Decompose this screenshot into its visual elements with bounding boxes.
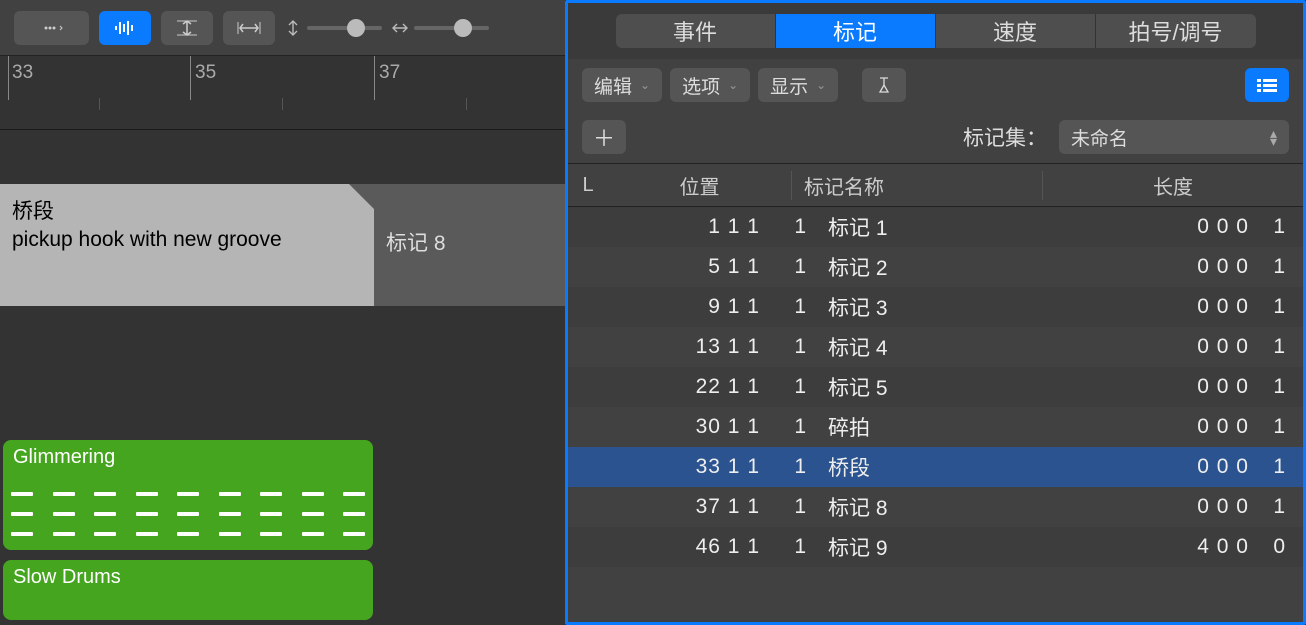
marker-region-bridge[interactable]: 桥段 pickup hook with new groove <box>0 184 374 306</box>
row-position-sub[interactable]: 1 <box>768 495 816 519</box>
marker-row[interactable]: 22 1 11标记 50 0 01 <box>568 367 1303 407</box>
display-menu[interactable]: 显示⌄ <box>758 68 838 102</box>
marker-row[interactable]: 33 1 11桥段0 0 01 <box>568 447 1303 487</box>
row-name[interactable]: 标记 9 <box>816 532 1043 562</box>
marker-list[interactable]: 1 1 11标记 10 0 015 1 11标记 20 0 019 1 11标记… <box>568 207 1303 622</box>
header-position[interactable]: 位置 <box>608 171 792 200</box>
row-name[interactable]: 桥段 <box>816 452 1043 482</box>
row-length[interactable]: 0 0 0 <box>1043 455 1259 479</box>
view-menu-button[interactable] <box>14 11 89 45</box>
list-view-button[interactable] <box>1245 68 1289 102</box>
row-position-sub[interactable]: 1 <box>768 255 816 279</box>
marker-set-dropdown[interactable]: 未命名 ▴▾ <box>1059 120 1289 154</box>
row-position[interactable]: 22 1 1 <box>608 375 768 399</box>
row-position-sub[interactable]: 1 <box>768 295 816 319</box>
row-position[interactable]: 9 1 1 <box>608 295 768 319</box>
vertical-zoom[interactable] <box>285 20 382 36</box>
row-name[interactable]: 标记 3 <box>816 292 1043 322</box>
options-menu[interactable]: 选项⌄ <box>670 68 750 102</box>
marker-row[interactable]: 30 1 11碎拍0 0 01 <box>568 407 1303 447</box>
row-position[interactable]: 13 1 1 <box>608 335 768 359</box>
row-position[interactable]: 37 1 1 <box>608 495 768 519</box>
row-length[interactable]: 0 0 0 <box>1043 255 1259 279</box>
row-length-sub[interactable]: 1 <box>1259 335 1303 359</box>
horizontal-zoom[interactable] <box>392 20 489 36</box>
edit-menu[interactable]: 编辑⌄ <box>582 68 662 102</box>
row-position[interactable]: 46 1 1 <box>608 535 768 559</box>
ruler-number: 37 <box>379 62 400 84</box>
row-position-sub[interactable]: 1 <box>768 375 816 399</box>
marker-row[interactable]: 46 1 11标记 94 0 00 <box>568 527 1303 567</box>
marker-title: 桥段 <box>12 198 362 226</box>
row-length-sub[interactable]: 1 <box>1259 375 1303 399</box>
marker-row[interactable]: 13 1 11标记 40 0 01 <box>568 327 1303 367</box>
row-name[interactable]: 标记 1 <box>816 212 1043 242</box>
marker-list-panel: 事件 标记 速度 拍号/调号 编辑⌄ 选项⌄ 显示⌄ ＋ 标记集： 未命名 ▴▾… <box>565 0 1306 625</box>
row-length-sub[interactable]: 0 <box>1259 535 1303 559</box>
marker-row[interactable]: 1 1 11标记 10 0 01 <box>568 207 1303 247</box>
row-position[interactable]: 30 1 1 <box>608 415 768 439</box>
row-length[interactable]: 0 0 0 <box>1043 495 1259 519</box>
row-name[interactable]: 标记 5 <box>816 372 1043 402</box>
tab-signature[interactable]: 拍号/调号 <box>1096 14 1256 48</box>
row-length-sub[interactable]: 1 <box>1259 495 1303 519</box>
clip-label: Glimmering <box>13 446 115 468</box>
vertical-snap-button[interactable] <box>161 11 213 45</box>
timeline-toolbar <box>0 0 565 56</box>
tab-events[interactable]: 事件 <box>616 14 776 48</box>
marker-row[interactable]: 37 1 11标记 80 0 01 <box>568 487 1303 527</box>
row-position-sub[interactable]: 1 <box>768 415 816 439</box>
row-length-sub[interactable]: 1 <box>1259 455 1303 479</box>
clip-glimmering[interactable]: Glimmering <box>3 440 373 550</box>
row-length-sub[interactable]: 1 <box>1259 415 1303 439</box>
clip-label: Slow Drums <box>13 566 121 588</box>
subtoolbar: 编辑⌄ 选项⌄ 显示⌄ <box>568 59 1303 111</box>
row-position-sub[interactable]: 1 <box>768 215 816 239</box>
row-length[interactable]: 4 0 0 <box>1043 535 1259 559</box>
row-length[interactable]: 0 0 0 <box>1043 375 1259 399</box>
row-position[interactable]: 33 1 1 <box>608 455 768 479</box>
timeline-panel: 33 35 37 桥段 pickup hook with new groove … <box>0 0 565 625</box>
playhead-filter-button[interactable] <box>862 68 906 102</box>
horizontal-snap-button[interactable] <box>223 11 275 45</box>
waveform-tool-button[interactable] <box>99 11 151 45</box>
row-position[interactable]: 1 1 1 <box>608 215 768 239</box>
row-length-sub[interactable]: 1 <box>1259 255 1303 279</box>
marker-title: 标记 8 <box>386 232 446 255</box>
clip-slow-drums[interactable]: Slow Drums <box>3 560 373 620</box>
row-position[interactable]: 5 1 1 <box>608 255 768 279</box>
row-position-sub[interactable]: 1 <box>768 535 816 559</box>
row-length[interactable]: 0 0 0 <box>1043 295 1259 319</box>
row-name[interactable]: 标记 8 <box>816 492 1043 522</box>
list-tabs: 事件 标记 速度 拍号/调号 <box>568 3 1303 59</box>
tab-markers[interactable]: 标记 <box>776 14 936 48</box>
add-marker-button[interactable]: ＋ <box>582 120 626 154</box>
row-length[interactable]: 0 0 0 <box>1043 415 1259 439</box>
marker-set-row: ＋ 标记集： 未命名 ▴▾ <box>568 111 1303 163</box>
row-position-sub[interactable]: 1 <box>768 335 816 359</box>
row-name[interactable]: 标记 2 <box>816 252 1043 282</box>
row-position-sub[interactable]: 1 <box>768 455 816 479</box>
marker-subtitle: pickup hook with new groove <box>12 226 362 254</box>
header-length[interactable]: 长度 <box>1043 171 1303 200</box>
marker-region-8[interactable]: 标记 8 <box>374 184 565 306</box>
header-name[interactable]: 标记名称 <box>792 171 1043 200</box>
tracks-area[interactable]: 桥段 pickup hook with new groove 标记 8 Glim… <box>0 130 565 625</box>
list-header: L 位置 标记名称 长度 <box>568 163 1303 207</box>
ruler-number: 35 <box>195 62 216 84</box>
row-name[interactable]: 标记 4 <box>816 332 1043 362</box>
marker-row[interactable]: 9 1 11标记 30 0 01 <box>568 287 1303 327</box>
header-l[interactable]: L <box>568 174 608 197</box>
marker-row[interactable]: 5 1 11标记 20 0 01 <box>568 247 1303 287</box>
row-length[interactable]: 0 0 0 <box>1043 335 1259 359</box>
marker-set-label: 标记集： <box>963 122 1047 152</box>
row-length-sub[interactable]: 1 <box>1259 215 1303 239</box>
row-length[interactable]: 0 0 0 <box>1043 215 1259 239</box>
row-name[interactable]: 碎拍 <box>816 412 1043 442</box>
ruler-number: 33 <box>12 62 33 84</box>
row-length-sub[interactable]: 1 <box>1259 295 1303 319</box>
timeline-ruler[interactable]: 33 35 37 <box>0 56 565 130</box>
tab-tempo[interactable]: 速度 <box>936 14 1096 48</box>
